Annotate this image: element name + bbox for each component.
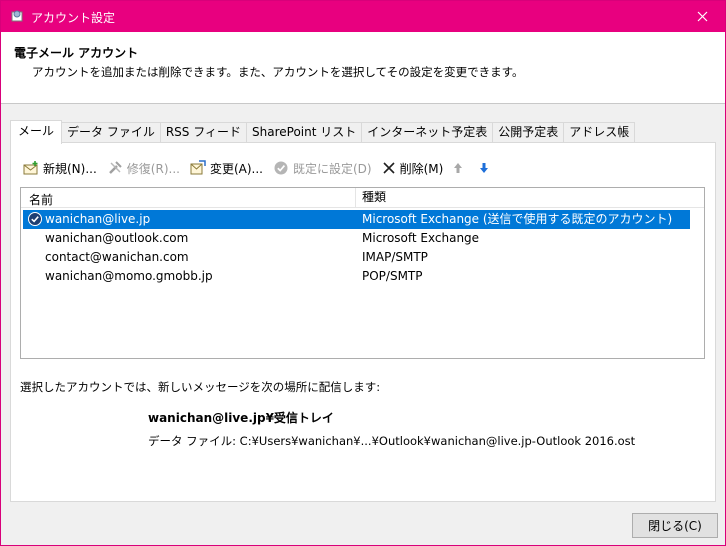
arrow-down-icon	[480, 163, 489, 173]
new-mail-account-icon	[23, 161, 38, 175]
mail-tab-panel: 新規(N)... 修復(R)... 変更(A)... 既定に設定(D) 削除(M…	[10, 142, 716, 502]
column-header-name[interactable]: 名前	[29, 191, 53, 208]
account-type: Microsoft Exchange (送信で使用する既定のアカウント)	[362, 212, 673, 226]
new-account-label: 新規(N)...	[43, 161, 97, 176]
account-name: contact@wanichan.com	[45, 250, 189, 264]
account-settings-window: アカウント設定 電子メール アカウント アカウントを追加または削除できます。また…	[0, 0, 726, 546]
tab-internet-calendars[interactable]: インターネット予定表	[362, 122, 494, 143]
change-account-label: 変更(A)...	[209, 161, 263, 176]
set-default-label: 既定に設定(D)	[292, 161, 372, 176]
remove-account-button[interactable]: 削除(M)	[382, 160, 444, 177]
account-list[interactable]: 名前 種類 wanichan@live.jp Microsoft Exchang…	[20, 187, 705, 359]
arrow-up-icon	[454, 163, 463, 173]
delivery-info-text: 選択したアカウントでは、新しいメッセージを次の場所に配信します:	[20, 380, 381, 394]
tab-strip: メール データ ファイル RSS フィード SharePoint リスト インタ…	[10, 120, 636, 144]
default-account-check-icon	[28, 212, 42, 226]
account-row[interactable]: wanichan@momo.gmobb.jp POP/SMTP	[23, 267, 690, 286]
repair-account-label: 修復(R)...	[126, 161, 180, 176]
new-account-button[interactable]: 新規(N)...	[23, 160, 97, 177]
tab-mail[interactable]: メール	[10, 120, 63, 144]
delivery-target-folder: wanichan@live.jp¥受信トレイ	[148, 411, 334, 425]
column-header-type[interactable]: 種類	[355, 188, 386, 207]
tab-rss-feeds[interactable]: RSS フィード	[160, 122, 247, 143]
title-bar[interactable]: アカウント設定	[1, 1, 725, 32]
delete-x-icon	[383, 162, 395, 174]
data-file-path: データ ファイル: C:¥Users¥wanichan¥...¥Outlook¥…	[148, 434, 636, 448]
close-button[interactable]: 閉じる(C)	[632, 513, 718, 538]
header-title: 電子メール アカウント	[14, 46, 139, 60]
header-section: 電子メール アカウント アカウントを追加または削除できます。また、アカウントを選…	[1, 32, 725, 104]
change-account-button[interactable]: 変更(A)...	[190, 160, 263, 177]
tab-data-files[interactable]: データ ファイル	[62, 122, 161, 143]
close-icon	[697, 11, 707, 22]
set-default-button[interactable]: 既定に設定(D)	[273, 160, 372, 177]
change-settings-icon	[190, 160, 206, 175]
account-settings-app-icon	[11, 10, 23, 22]
window-title: アカウント設定	[31, 11, 116, 25]
tab-address-books[interactable]: アドレス帳	[564, 122, 636, 143]
account-toolbar: 新規(N)... 修復(R)... 変更(A)... 既定に設定(D) 削除(M…	[23, 157, 503, 179]
window-close-button[interactable]	[679, 1, 725, 32]
check-circle-icon	[274, 161, 288, 175]
account-row[interactable]: wanichan@outlook.com Microsoft Exchange	[23, 229, 690, 248]
account-row[interactable]: wanichan@live.jp Microsoft Exchange (送信で…	[23, 210, 690, 229]
account-type: IMAP/SMTP	[362, 250, 428, 264]
repair-account-button[interactable]: 修復(R)...	[107, 160, 180, 177]
account-type: Microsoft Exchange	[362, 231, 480, 245]
header-description: アカウントを追加または削除できます。また、アカウントを選択してその設定を変更でき…	[32, 65, 524, 79]
account-type: POP/SMTP	[362, 269, 423, 283]
tab-sharepoint-lists[interactable]: SharePoint リスト	[247, 122, 363, 143]
move-up-button[interactable]	[453, 162, 467, 174]
remove-account-label: 削除(M)	[399, 161, 444, 176]
account-name: wanichan@momo.gmobb.jp	[45, 269, 213, 283]
account-name: wanichan@live.jp	[45, 212, 151, 226]
account-row[interactable]: contact@wanichan.com IMAP/SMTP	[23, 248, 690, 267]
tab-published-calendars[interactable]: 公開予定表	[493, 122, 565, 143]
move-down-button[interactable]	[479, 162, 493, 174]
repair-tools-icon	[108, 161, 122, 174]
account-name: wanichan@outlook.com	[45, 231, 189, 245]
account-list-header: 名前 種類	[21, 188, 704, 208]
